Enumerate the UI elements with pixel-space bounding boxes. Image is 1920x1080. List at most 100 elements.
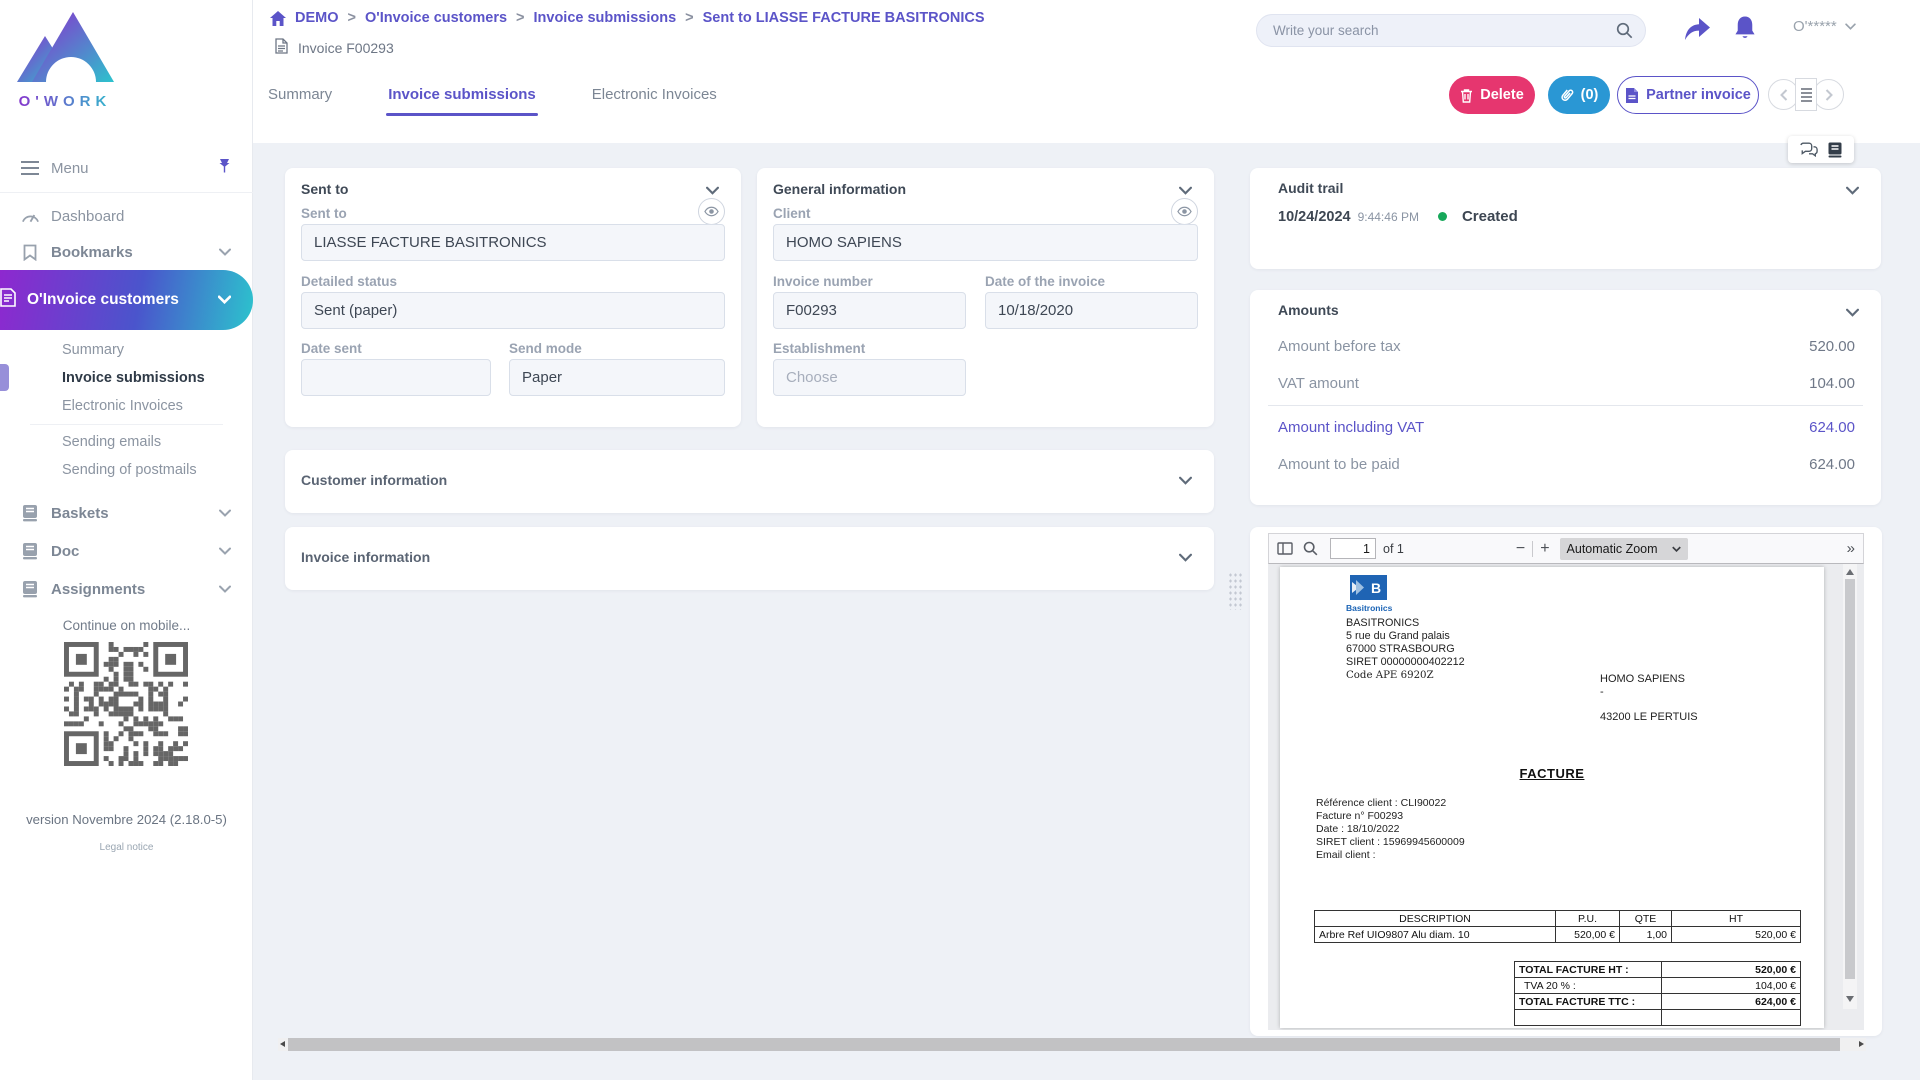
scroll-down-arrow[interactable] xyxy=(1846,996,1854,1002)
share-arrow-icon xyxy=(1683,16,1711,42)
legal-notice-link[interactable]: Legal notice xyxy=(0,842,253,853)
page-number-input[interactable] xyxy=(1330,538,1376,559)
bookmark-icon xyxy=(20,244,40,261)
breadcrumb-section[interactable]: Invoice submissions xyxy=(534,10,677,26)
comments-icon[interactable] xyxy=(1800,142,1818,157)
chevron-down-icon xyxy=(1845,23,1856,30)
collapse-chevron-icon[interactable] xyxy=(1846,182,1859,200)
divider xyxy=(1268,405,1863,406)
collapse-chevron-icon[interactable] xyxy=(1179,549,1192,567)
user-menu[interactable]: O'***** xyxy=(1793,18,1856,35)
sidebar-subitem-invoice-submissions[interactable]: Invoice submissions xyxy=(0,364,253,392)
field-label: Date of the invoice xyxy=(985,274,1105,289)
amount-value: 104.00 xyxy=(1809,375,1855,392)
totals-table: TOTAL FACTURE HT : 520,00 € TVA 20 % : 1… xyxy=(1514,961,1801,1026)
sidebar-item-label: Assignments xyxy=(51,581,145,598)
search-input[interactable] xyxy=(1273,23,1616,38)
page-count-label: of 1 xyxy=(1383,542,1404,556)
client-input[interactable] xyxy=(773,224,1198,261)
zoom-level-select[interactable]: Automatic Zoom xyxy=(1560,538,1688,560)
chevron-down-icon xyxy=(219,580,231,598)
amount-label: Amount to be paid xyxy=(1278,456,1400,473)
sidebar-toggle-icon[interactable] xyxy=(1277,542,1293,555)
date-sent-input[interactable] xyxy=(301,359,491,396)
pin-icon[interactable] xyxy=(218,158,231,178)
invoice-number-input[interactable] xyxy=(773,292,966,329)
tab-invoice-submissions[interactable]: Invoice submissions xyxy=(386,80,538,116)
notifications-button[interactable] xyxy=(1732,15,1758,42)
detailed-status-input[interactable] xyxy=(301,292,725,329)
amount-value: 624.00 xyxy=(1809,456,1855,473)
amount-label: Amount including VAT xyxy=(1278,419,1424,436)
amount-row: Amount to be paid 624.00 xyxy=(1268,446,1863,483)
pdf-vertical-scrollbar[interactable] xyxy=(1843,564,1857,1009)
tab-electronic-invoices[interactable]: Electronic Invoices xyxy=(590,80,719,116)
horizontal-scrollbar[interactable] xyxy=(278,1038,1866,1051)
zoom-out-icon[interactable]: − xyxy=(1516,540,1525,558)
sidebar-subitem-summary[interactable]: Summary xyxy=(0,336,253,364)
scroll-left-arrow[interactable] xyxy=(280,1041,285,1047)
collapse-chevron-icon[interactable] xyxy=(1179,472,1192,490)
sidebar: O'WORK Menu Dashboard Bookmarks O'Invoic… xyxy=(0,0,253,1080)
scrollbar-thumb[interactable] xyxy=(288,1038,1840,1051)
attachments-count: (0) xyxy=(1581,87,1599,103)
resize-drag-handle[interactable] xyxy=(1228,572,1244,610)
amount-row: Amount before tax 520.00 xyxy=(1268,328,1863,365)
sidebar-item-oinvoice-customers[interactable]: O'Invoice customers xyxy=(0,270,253,330)
sidebar-item-bookmarks[interactable]: Bookmarks xyxy=(0,234,253,270)
client-address-block: HOMO SAPIENS - 43200 LE PERTUIS xyxy=(1600,673,1698,724)
book-icon xyxy=(20,580,40,598)
tab-summary[interactable]: Summary xyxy=(266,80,334,116)
vendor-logo: B xyxy=(1350,575,1387,600)
chevron-down-icon xyxy=(218,291,231,309)
breadcrumb-module[interactable]: O'Invoice customers xyxy=(365,10,507,26)
pdf-page: B Basitronics BASITRONICS 5 rue du Grand… xyxy=(1280,567,1824,1028)
book-icon xyxy=(20,504,40,522)
next-record-button[interactable] xyxy=(1813,79,1844,110)
collapse-chevron-icon[interactable] xyxy=(1846,304,1859,322)
home-icon[interactable] xyxy=(270,11,286,26)
share-button[interactable] xyxy=(1683,16,1711,42)
eye-icon[interactable] xyxy=(698,198,725,225)
more-tools-icon[interactable]: » xyxy=(1847,540,1855,557)
invoice-date-input[interactable] xyxy=(985,292,1198,329)
zoom-in-icon[interactable]: + xyxy=(1540,540,1549,558)
sidebar-item-dashboard[interactable]: Dashboard xyxy=(0,198,253,234)
field-label: Client xyxy=(773,206,811,221)
sidebar-subitem-sending-emails[interactable]: Sending emails xyxy=(0,428,253,456)
amounts-card: Amounts Amount before tax 520.00 VAT amo… xyxy=(1250,290,1881,505)
sidebar-item-doc[interactable]: Doc xyxy=(0,532,253,570)
app-logo[interactable]: O'WORK xyxy=(10,8,120,110)
pdf-search-icon[interactable] xyxy=(1303,541,1318,556)
sent-to-input[interactable] xyxy=(301,224,725,261)
sidebar-subitem-sending-postmails[interactable]: Sending of postmails xyxy=(0,456,253,484)
send-mode-input[interactable] xyxy=(509,359,725,396)
scrollbar-thumb[interactable] xyxy=(1845,579,1855,979)
field-label: Invoice number xyxy=(773,274,873,289)
customer-information-card: Customer information xyxy=(285,450,1214,513)
amount-label: Amount before tax xyxy=(1278,338,1401,355)
gauge-icon xyxy=(20,208,40,224)
delete-button[interactable]: Delete xyxy=(1449,76,1535,114)
sent-to-card: Sent to Sent to Detailed status Date sen… xyxy=(285,168,741,427)
sidebar-subitem-electronic-invoices[interactable]: Electronic Invoices xyxy=(0,392,253,420)
amount-row-highlight: Amount including VAT 624.00 xyxy=(1268,409,1863,446)
trash-icon xyxy=(1460,88,1473,103)
paperclip-icon xyxy=(1556,84,1577,105)
partner-invoice-button[interactable]: Partner invoice xyxy=(1617,76,1759,114)
establishment-input[interactable] xyxy=(773,359,966,396)
sidebar-item-baskets[interactable]: Baskets xyxy=(0,494,253,532)
side-tools xyxy=(1788,136,1854,163)
search-icon[interactable] xyxy=(1616,22,1633,39)
scroll-right-arrow[interactable] xyxy=(1859,1041,1864,1047)
menu-toggle[interactable]: Menu xyxy=(0,150,253,186)
sidebar-item-assignments[interactable]: Assignments xyxy=(0,570,253,608)
breadcrumb-home[interactable]: DEMO xyxy=(295,10,339,26)
notes-icon[interactable] xyxy=(1828,142,1842,158)
scroll-up-arrow[interactable] xyxy=(1846,569,1854,575)
delete-label: Delete xyxy=(1480,87,1524,103)
eye-icon[interactable] xyxy=(1171,198,1198,225)
attachments-button[interactable]: (0) xyxy=(1548,76,1610,114)
card-title: Invoice information xyxy=(301,549,430,565)
record-list-button[interactable] xyxy=(1795,78,1817,111)
